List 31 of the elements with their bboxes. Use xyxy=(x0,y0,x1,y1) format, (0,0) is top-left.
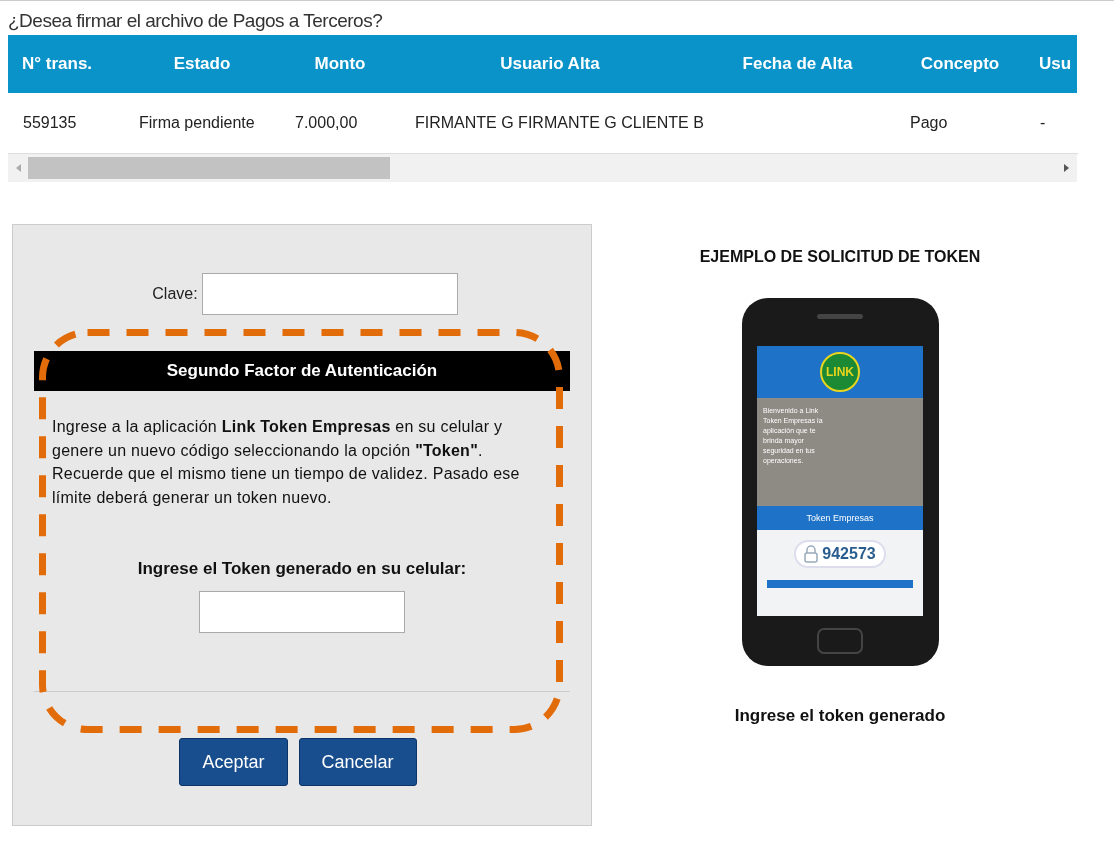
column-header: Usuario Alta xyxy=(500,54,600,74)
token-code: 942573 xyxy=(822,545,876,563)
logo-text: LINK xyxy=(820,352,860,392)
lock-icon xyxy=(804,545,819,563)
table-cell: 559135 xyxy=(23,114,77,131)
dialog-title: ¿Desea firmar el archivo de Pagos a Terceros? xyxy=(8,9,384,33)
instructions-text: Ingrese a la aplicación Link Token Empresas en su celular y genere un nuevo código seleccionando la opción "Token". Recuerde que el mismo tiene un tiempo de validez. Pasado ese límite deberá generar un token nuevo. xyxy=(52,417,521,508)
token-field[interactable] xyxy=(199,591,405,633)
column-header: Usu xyxy=(1039,54,1072,74)
example-title: EJEMPLO DE SOLICITUD DE TOKEN xyxy=(699,248,981,266)
table-cell: 7.000,00 xyxy=(295,114,358,131)
example-caption: Ingrese el token generado xyxy=(734,706,946,726)
section-title: Segundo Factor de Autenticación xyxy=(34,351,570,391)
column-header: Monto xyxy=(314,54,366,74)
token-label: Ingrese el Token generado en su celular: xyxy=(137,559,467,579)
accept-button[interactable]: Aceptar xyxy=(179,738,288,786)
table-cell: - xyxy=(1040,114,1046,131)
scroll-right-icon[interactable] xyxy=(1063,163,1071,173)
table-cell: Firma pendiente xyxy=(139,114,255,131)
scroll-left-icon[interactable] xyxy=(14,163,22,173)
column-header: Concepto xyxy=(920,54,1000,74)
column-header: Estado xyxy=(173,54,231,74)
table-cell: FIRMANTE G FIRMANTE G CLIENTE B xyxy=(415,114,704,131)
cancel-button[interactable]: Cancelar xyxy=(298,738,417,786)
table-cell: Pago xyxy=(910,114,948,131)
app-name: Token Empresas xyxy=(757,506,923,530)
password-field[interactable] xyxy=(201,273,458,315)
column-header: Fecha de Alta xyxy=(742,54,853,74)
column-header: N° trans. xyxy=(22,54,93,74)
horizontal-scrollbar[interactable] xyxy=(8,154,1077,182)
password-label: Clave: xyxy=(152,285,198,303)
